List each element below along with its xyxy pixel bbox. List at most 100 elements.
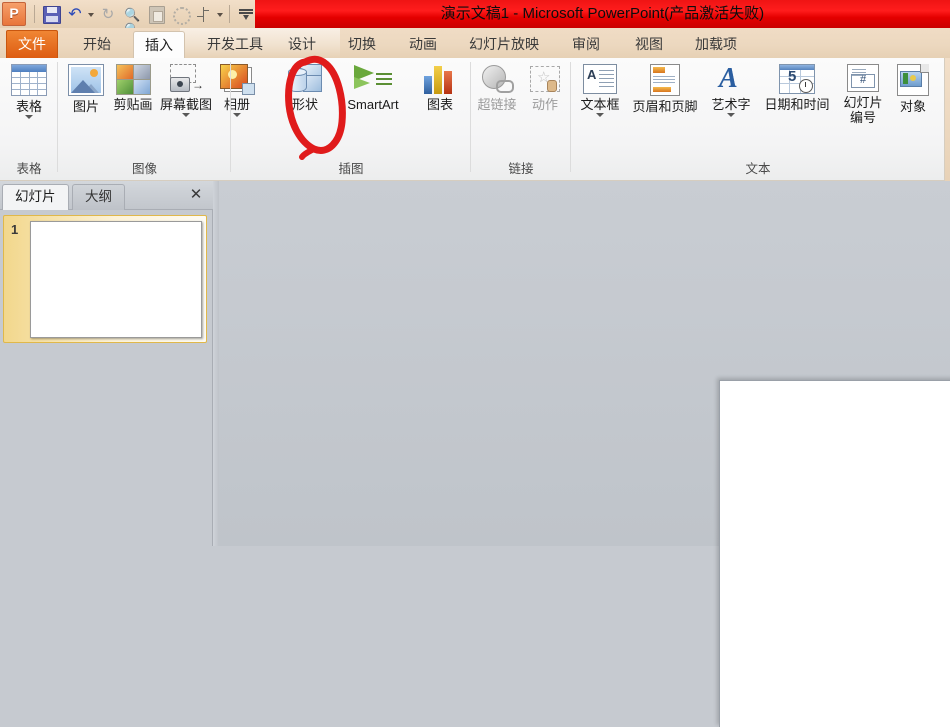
ribbon-button-action[interactable]: ☆ 动作 [522,64,568,112]
ribbon-button-label: 剪贴画 [113,97,153,112]
tab-view[interactable]: 视图 [624,31,674,59]
ribbon-group-label: 文本 [745,162,771,176]
title-bar: 演示文稿1 - Microsoft PowerPoint(产品激活失败) P ↶… [0,0,950,28]
screenshot-icon: → [166,64,206,94]
ribbon-button-wordart[interactable]: A 艺术字 [704,64,758,117]
chevron-down-icon[interactable] [727,113,735,117]
undo-dropdown-caret-icon[interactable] [87,3,96,25]
tab-insert[interactable]: 插入 [133,31,185,59]
tab-developer[interactable]: 开发工具 [196,31,274,59]
ribbon-button-label: 页眉和页脚 [632,99,698,114]
ribbon-button-label: 形状 [291,97,318,112]
ribbon-right-filler [945,58,950,181]
text-box-icon: A [583,64,617,94]
tab-transitions[interactable]: 切换 [337,31,387,59]
picture-icon [68,64,104,96]
ribbon-tab-strip: 文件 开始 插入 开发工具 设计 切换 动画 幻灯片放映 审阅 视图 加载项 [0,28,950,59]
slides-pane-tab-strip: 幻灯片 大纲 ✕ [0,181,213,210]
ribbon-button-smartart[interactable]: SmartArt [333,64,413,112]
clip-art-icon [116,64,151,95]
ribbon-button-chart[interactable]: 图表 [416,64,464,112]
chart-icon[interactable] [193,3,215,25]
slides-pane: 幻灯片 大纲 ✕ 1 [0,181,213,546]
ribbon-button-label: 艺术字 [711,97,751,112]
ribbon-button-label: 动作 [531,97,558,112]
tab-design[interactable]: 设计 [277,31,327,59]
ribbon-button-picture[interactable]: 图片 [62,64,110,114]
tab-animations[interactable]: 动画 [398,31,448,59]
tab-review[interactable]: 审阅 [561,31,611,59]
ribbon-button-label: SmartArt [347,97,399,112]
ribbon-button-hyperlink[interactable]: 超链接 [473,64,521,112]
paste-icon[interactable] [145,3,167,25]
action-icon: ☆ [528,64,562,94]
ribbon-group-illustrations: 形状 SmartArt 图表 插图 [231,58,471,179]
ribbon: 表格 表格 图片 剪贴画 → 屏幕截图 相册 图像 形状 SmartArt 图表… [0,58,945,181]
save-icon[interactable] [40,3,62,25]
ribbon-button-label: 对象 [899,99,926,114]
ribbon-button-shapes[interactable]: 形状 [279,64,331,112]
ribbon-group-images: 图片 剪贴画 → 屏幕截图 相册 图像 [58,58,255,179]
header-footer-icon [650,64,680,96]
ribbon-group-text: A 文本框 页眉和页脚 A 艺术字 5 日期和时间 # 幻灯片编号 对象 文本 [571,58,945,179]
tab-slideshow[interactable]: 幻灯片放映 [458,31,550,59]
ribbon-group-label: 表格 [16,162,42,176]
tab-addins[interactable]: 加载项 [684,31,748,59]
ribbon-button-header-footer[interactable]: 页眉和页脚 [626,64,704,114]
ribbon-button-label: 日期和时间 [764,97,830,112]
ribbon-group-label: 链接 [508,162,534,176]
ribbon-button-label: 图片 [72,99,99,114]
slide-canvas[interactable] [719,380,950,727]
quick-access-toolbar: P ↶ ↻ 🔍🔍 [0,0,258,28]
table-icon [11,64,47,96]
smartart-icon [354,64,392,94]
qat-separator-2 [229,5,230,23]
object-icon [897,64,929,96]
ribbon-button-label: 图表 [426,97,453,112]
chevron-down-icon[interactable] [182,113,190,117]
redo-icon[interactable]: ↻ [97,3,119,25]
editing-workspace [219,181,950,727]
circle-icon[interactable] [169,3,191,25]
tab-home[interactable]: 开始 [72,31,122,59]
slide-thumbnail-preview[interactable] [30,221,202,338]
ribbon-group-table: 表格 表格 [0,58,58,179]
undo-icon[interactable]: ↶ [64,3,86,25]
customize-qat-caret-icon[interactable] [216,3,225,25]
powerpoint-window: 演示文稿1 - Microsoft PowerPoint(产品激活失败) P ↶… [0,0,950,727]
slide-number-icon: # [847,64,879,92]
tab-file[interactable]: 文件 [6,30,58,58]
ribbon-button-label: 屏幕截图 [159,97,212,112]
chart-icon [423,64,457,94]
pane-tab-slides[interactable]: 幻灯片 [2,184,69,210]
slide-thumbnail-item[interactable]: 1 [3,215,207,343]
ribbon-button-label: 超链接 [477,97,517,112]
chevron-down-icon[interactable] [596,113,604,117]
ribbon-button-object[interactable]: 对象 [889,64,937,114]
ribbon-button-table[interactable]: 表格 [6,64,52,119]
ribbon-group-links: 超链接 ☆ 动作 链接 [471,58,571,179]
ribbon-button-screenshot[interactable]: → 屏幕截图 [157,64,215,117]
slide-number-label: 1 [11,222,19,237]
ribbon-button-label: 文本框 [580,97,620,112]
ribbon-button-label: 幻灯片编号 [843,95,883,125]
window-title: 演示文稿1 - Microsoft PowerPoint(产品激活失败) [440,5,765,22]
wordart-icon: A [719,63,738,94]
hyperlink-icon [480,64,514,94]
shapes-icon [286,64,324,94]
date-time-icon: 5 [779,64,815,94]
ribbon-button-clipart[interactable]: 剪贴画 [108,64,158,112]
close-icon[interactable]: ✕ [187,186,205,204]
ribbon-group-label: 图像 [131,162,157,176]
find-icon[interactable]: 🔍🔍 [121,3,143,28]
chevron-down-icon[interactable] [25,115,33,119]
pane-tab-outline[interactable]: 大纲 [72,184,125,210]
ribbon-button-label: 表格 [15,99,42,114]
ribbon-button-slide-number[interactable]: # 幻灯片编号 [839,64,887,125]
qat-separator-1 [34,5,35,23]
ribbon-group-label: 插图 [338,162,364,176]
ribbon-button-text-box[interactable]: A 文本框 [574,64,626,117]
powerpoint-logo-icon[interactable]: P [2,2,26,26]
ribbon-options-icon[interactable] [235,3,257,25]
ribbon-button-date-time[interactable]: 5 日期和时间 [758,64,836,112]
